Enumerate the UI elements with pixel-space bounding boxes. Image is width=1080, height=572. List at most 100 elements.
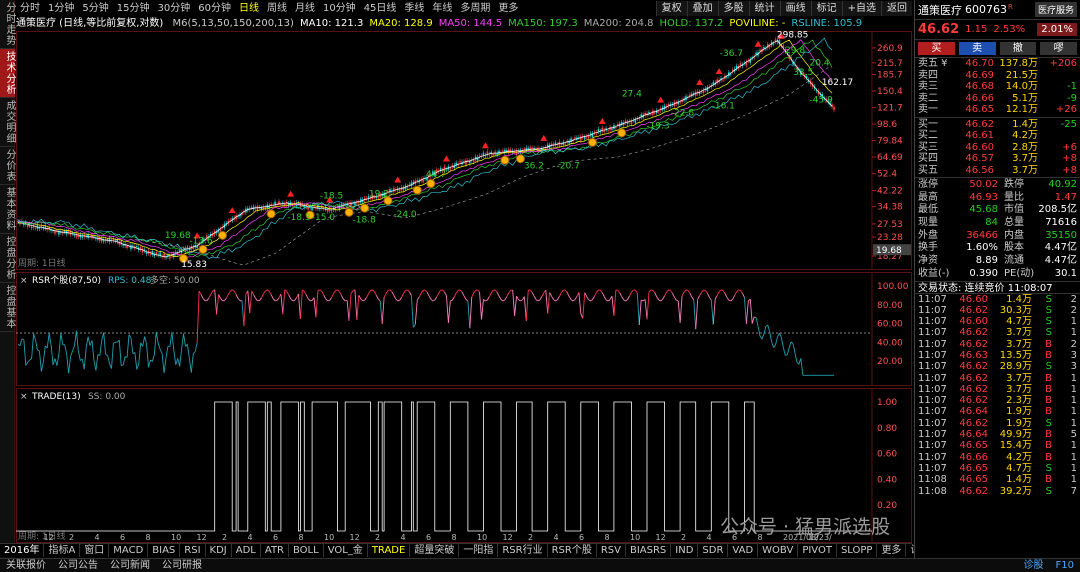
period-8[interactable]: 月线	[291, 0, 319, 17]
period-2[interactable]: 5分钟	[78, 0, 112, 17]
candle-body-383	[763, 47, 765, 49]
price-annotation-11: 36.2	[524, 161, 544, 171]
rsr-seg-123	[255, 298, 258, 302]
indicator-tab-11[interactable]: 超量突破	[410, 544, 460, 557]
stat-key: 外盘	[918, 229, 938, 241]
stat-value: 45.68	[969, 204, 998, 216]
rsr-seg-348	[693, 300, 697, 330]
status-right-0[interactable]: 诊股	[1018, 559, 1050, 572]
rsr-seg-378	[751, 316, 755, 324]
indicator-tab-7[interactable]: ATR	[261, 544, 289, 557]
indicator-tab-15[interactable]: RSV	[597, 544, 626, 557]
indicator-tab-21[interactable]: PIVOT	[798, 544, 837, 557]
bid-row-4-label: 买五	[918, 164, 938, 176]
period-11[interactable]: 季线	[400, 0, 428, 17]
indicator-tab-20[interactable]: WOBV	[758, 544, 799, 557]
more-trade-button[interactable]: 嘐	[1040, 42, 1077, 55]
period-14[interactable]: 更多	[494, 0, 522, 17]
tick-price: 46.62	[959, 327, 988, 339]
chart-area[interactable]: 18.2723.2827.5334.3842.2252.464.6979.849…	[16, 31, 912, 543]
sell-signal-12	[754, 40, 762, 47]
price-annotation-20: 33.5	[793, 68, 813, 78]
indicator-tab-5[interactable]: KDJ	[206, 544, 232, 557]
tick-list[interactable]: 11:07 46.60 1.4万 S 2 11:07 46.62 30.3万 S 2 11:07 46…	[915, 294, 1080, 497]
period-1[interactable]: 1分钟	[44, 0, 78, 17]
toolbar-button-7[interactable]: 返回	[881, 1, 912, 16]
indicator-tab-4[interactable]: RSI	[180, 544, 206, 557]
stat-key-2: 内盘	[1004, 229, 1024, 241]
candle-body-366	[729, 73, 732, 75]
rsr-seg-55	[122, 356, 126, 366]
toolbar-button-2[interactable]: 多股	[717, 1, 749, 16]
sidebar-tab-5[interactable]: 控盘分析	[0, 234, 15, 283]
status-link-2[interactable]: 公司新闻	[104, 559, 156, 572]
indicator-tab-18[interactable]: SDR	[698, 544, 729, 557]
indicator-tab-14[interactable]: RSR个股	[548, 544, 597, 557]
toolbar-button-6[interactable]: +自选	[841, 1, 881, 16]
status-link-1[interactable]: 公司公告	[52, 559, 104, 572]
toolbar-button-3[interactable]: 统计	[748, 1, 780, 16]
period-3[interactable]: 15分钟	[113, 0, 154, 17]
rsr-title: RSR个股(87,50)	[32, 275, 101, 286]
period-12[interactable]: 年线	[428, 0, 456, 17]
rsr-seg-75	[161, 353, 165, 374]
tick-time: 11:07	[918, 395, 947, 407]
industry-tag[interactable]: 医疗服务	[1034, 2, 1077, 17]
sidebar-tab-2[interactable]: 成交明细	[0, 98, 15, 147]
indicator-tab-23[interactable]: 更多	[877, 544, 907, 557]
indicator-tab-9[interactable]: VOL_金	[324, 544, 368, 557]
status-link-3[interactable]: 公司研报	[156, 559, 208, 572]
price-annotation-16: -45.9	[810, 95, 834, 105]
tick-count: 3	[1070, 349, 1077, 361]
indicator-tab-0[interactable]: 指标A	[44, 544, 81, 557]
period-10[interactable]: 45日线	[360, 0, 401, 17]
toolbar-button-1[interactable]: 叠加	[686, 1, 718, 16]
indicator-tab-10[interactable]: TRADE	[368, 544, 411, 557]
tick-volume: 15.4万	[999, 440, 1032, 452]
sidebar-tab-1[interactable]: 技术分析	[0, 49, 15, 98]
status-link-0[interactable]: 关联报价	[0, 559, 52, 572]
x-tick-14: 2	[375, 533, 380, 542]
tick-count: 1	[1070, 395, 1077, 407]
rsr-seg-251	[504, 296, 508, 301]
indicator-tab-1[interactable]: 窗口	[80, 544, 110, 557]
period-9[interactable]: 10分钟	[319, 0, 360, 17]
toolbar-button-5[interactable]: 标记	[810, 1, 842, 16]
rsr-seg-79	[169, 332, 173, 347]
status-right-1[interactable]: F10	[1050, 559, 1080, 572]
toolbar-button-0[interactable]: 复权	[655, 1, 687, 16]
rsr-seg-192	[389, 289, 393, 293]
sidebar-tab-0[interactable]: 分时走势	[0, 0, 15, 49]
indicator-tab-2[interactable]: MACD	[109, 544, 149, 557]
sidebar-tab-4[interactable]: 基本资料	[0, 185, 15, 234]
price-tick-label-11: 185.7	[877, 71, 903, 81]
buy-button[interactable]: 买	[918, 42, 955, 55]
sell-button[interactable]: 卖	[958, 42, 996, 55]
indicator-tab-3[interactable]: BIAS	[148, 544, 181, 557]
tick-price: 46.60	[959, 293, 988, 305]
sidebar-tab-3[interactable]: 分价表	[0, 147, 15, 185]
rsr-seg-174	[354, 289, 358, 320]
rsr-seg-86	[183, 333, 186, 347]
period-0[interactable]: 分时	[16, 0, 44, 17]
indicator-tab-8[interactable]: BOLL	[289, 544, 324, 557]
indicator-tab-6[interactable]: ADL	[232, 544, 261, 557]
indicator-tab-17[interactable]: IND	[671, 544, 699, 557]
tick-side: S	[1045, 293, 1052, 305]
cancel-order-button[interactable]: 撤	[999, 42, 1037, 55]
x-tick-9: 4	[248, 533, 253, 542]
period-6[interactable]: 日线	[235, 0, 263, 17]
indicator-tab-19[interactable]: VAD	[728, 544, 759, 557]
indicator-tab-13[interactable]: RSR行业	[498, 544, 548, 557]
period-4[interactable]: 30分钟	[153, 0, 194, 17]
period-7[interactable]: 周线	[263, 0, 291, 17]
toolbar-button-4[interactable]: 画线	[779, 1, 811, 16]
rsr-seg-54	[121, 364, 124, 367]
sidebar-tab-6[interactable]: 控盘基本	[0, 283, 15, 332]
period-13[interactable]: 多周期	[456, 0, 494, 17]
period-5[interactable]: 60分钟	[194, 0, 235, 17]
indicator-tab-22[interactable]: SLOPP	[837, 544, 878, 557]
indicator-tab-16[interactable]: BIASRS	[626, 544, 672, 557]
tick-row-1: 11:07 46.62 30.3万 S 2	[915, 305, 1080, 316]
indicator-tab-12[interactable]: 一阳指	[459, 544, 499, 557]
